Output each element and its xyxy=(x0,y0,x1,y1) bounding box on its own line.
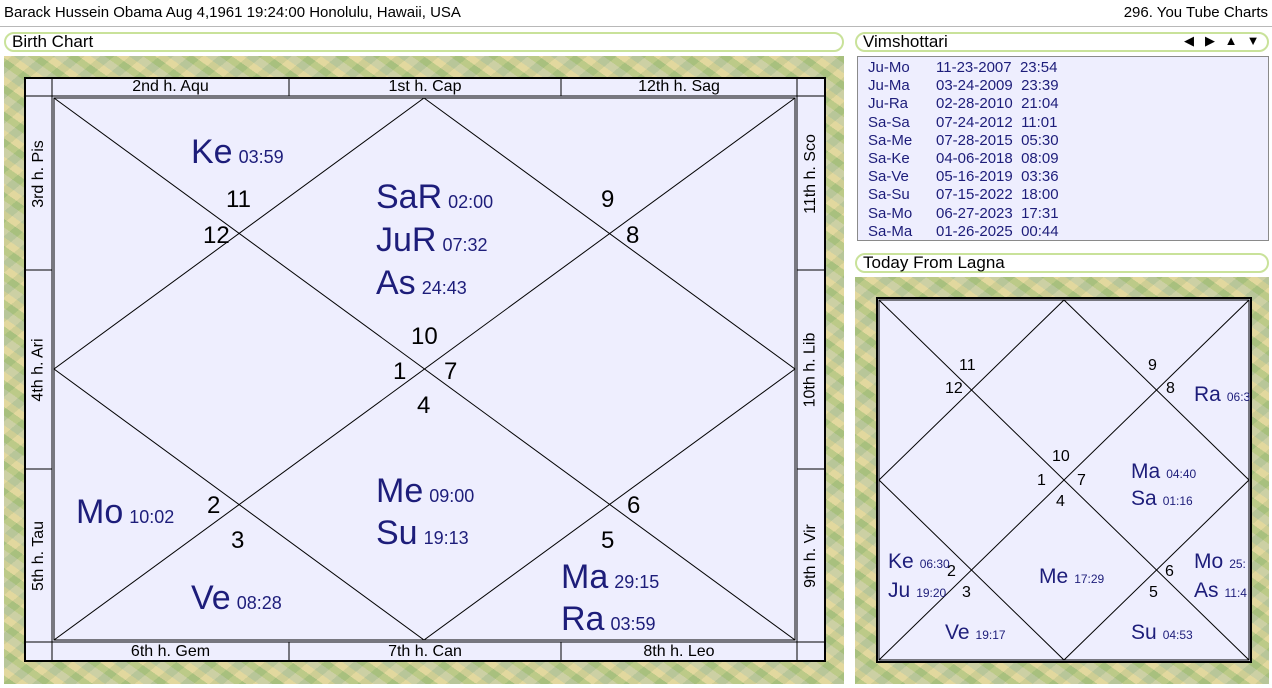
planet-entry: Me 17:29 xyxy=(1039,565,1104,589)
sign-number: 5 xyxy=(1149,584,1158,601)
planet-degree: 04:53 xyxy=(1162,628,1193,642)
sign-number: 8 xyxy=(1166,380,1175,397)
sign-number: 6 xyxy=(1165,563,1174,580)
planet-entry: Su 04:53 xyxy=(1131,621,1193,645)
sign-number: 12 xyxy=(945,380,963,397)
planet-name: Mo xyxy=(1194,550,1224,573)
planet-name: Ve xyxy=(945,621,970,644)
planet-name: Ra xyxy=(1194,383,1221,406)
planet-entry: Sa 01:16 xyxy=(1131,487,1193,511)
planet-name: Me xyxy=(1039,565,1069,588)
planet-entry: Ve 19:17 xyxy=(945,621,1006,645)
planet-degree: 25: xyxy=(1229,557,1246,571)
sign-number: 10 xyxy=(1052,448,1070,465)
planet-name: Ju xyxy=(888,579,911,602)
planet-degree: 04:40 xyxy=(1166,467,1197,481)
planet-name: Ke xyxy=(888,550,914,573)
sign-number: 9 xyxy=(1148,357,1157,374)
planet-name: As xyxy=(1194,579,1219,602)
planet-name: Ma xyxy=(1131,460,1161,483)
sign-number: 1 xyxy=(1037,472,1046,489)
planet-degree: 11:4 xyxy=(1224,586,1247,600)
planet-degree: 19:17 xyxy=(975,628,1006,642)
planet-name: Sa xyxy=(1131,487,1157,510)
planet-name: Su xyxy=(1131,621,1157,644)
planet-degree: 06:30 xyxy=(919,557,950,571)
planet-degree: 06:3 xyxy=(1226,390,1251,404)
sign-number: 4 xyxy=(1056,493,1065,510)
sign-number: 7 xyxy=(1077,472,1086,489)
sign-number: 11 xyxy=(959,357,976,374)
planet-entry: As 11:4 xyxy=(1194,579,1247,603)
planet-entry: Mo 25: xyxy=(1194,550,1246,574)
planet-degree: 17:29 xyxy=(1074,572,1105,586)
planet-entry: Ju 19:20 xyxy=(888,579,946,603)
planet-entry: Ma 04:40 xyxy=(1131,460,1196,484)
sign-number: 3 xyxy=(962,584,971,601)
planet-entry: Ke 06:30 xyxy=(888,550,950,574)
planet-degree: 01:16 xyxy=(1162,494,1193,508)
planet-entry: Ra 06:3 xyxy=(1194,383,1250,407)
planet-degree: 19:20 xyxy=(916,586,947,600)
